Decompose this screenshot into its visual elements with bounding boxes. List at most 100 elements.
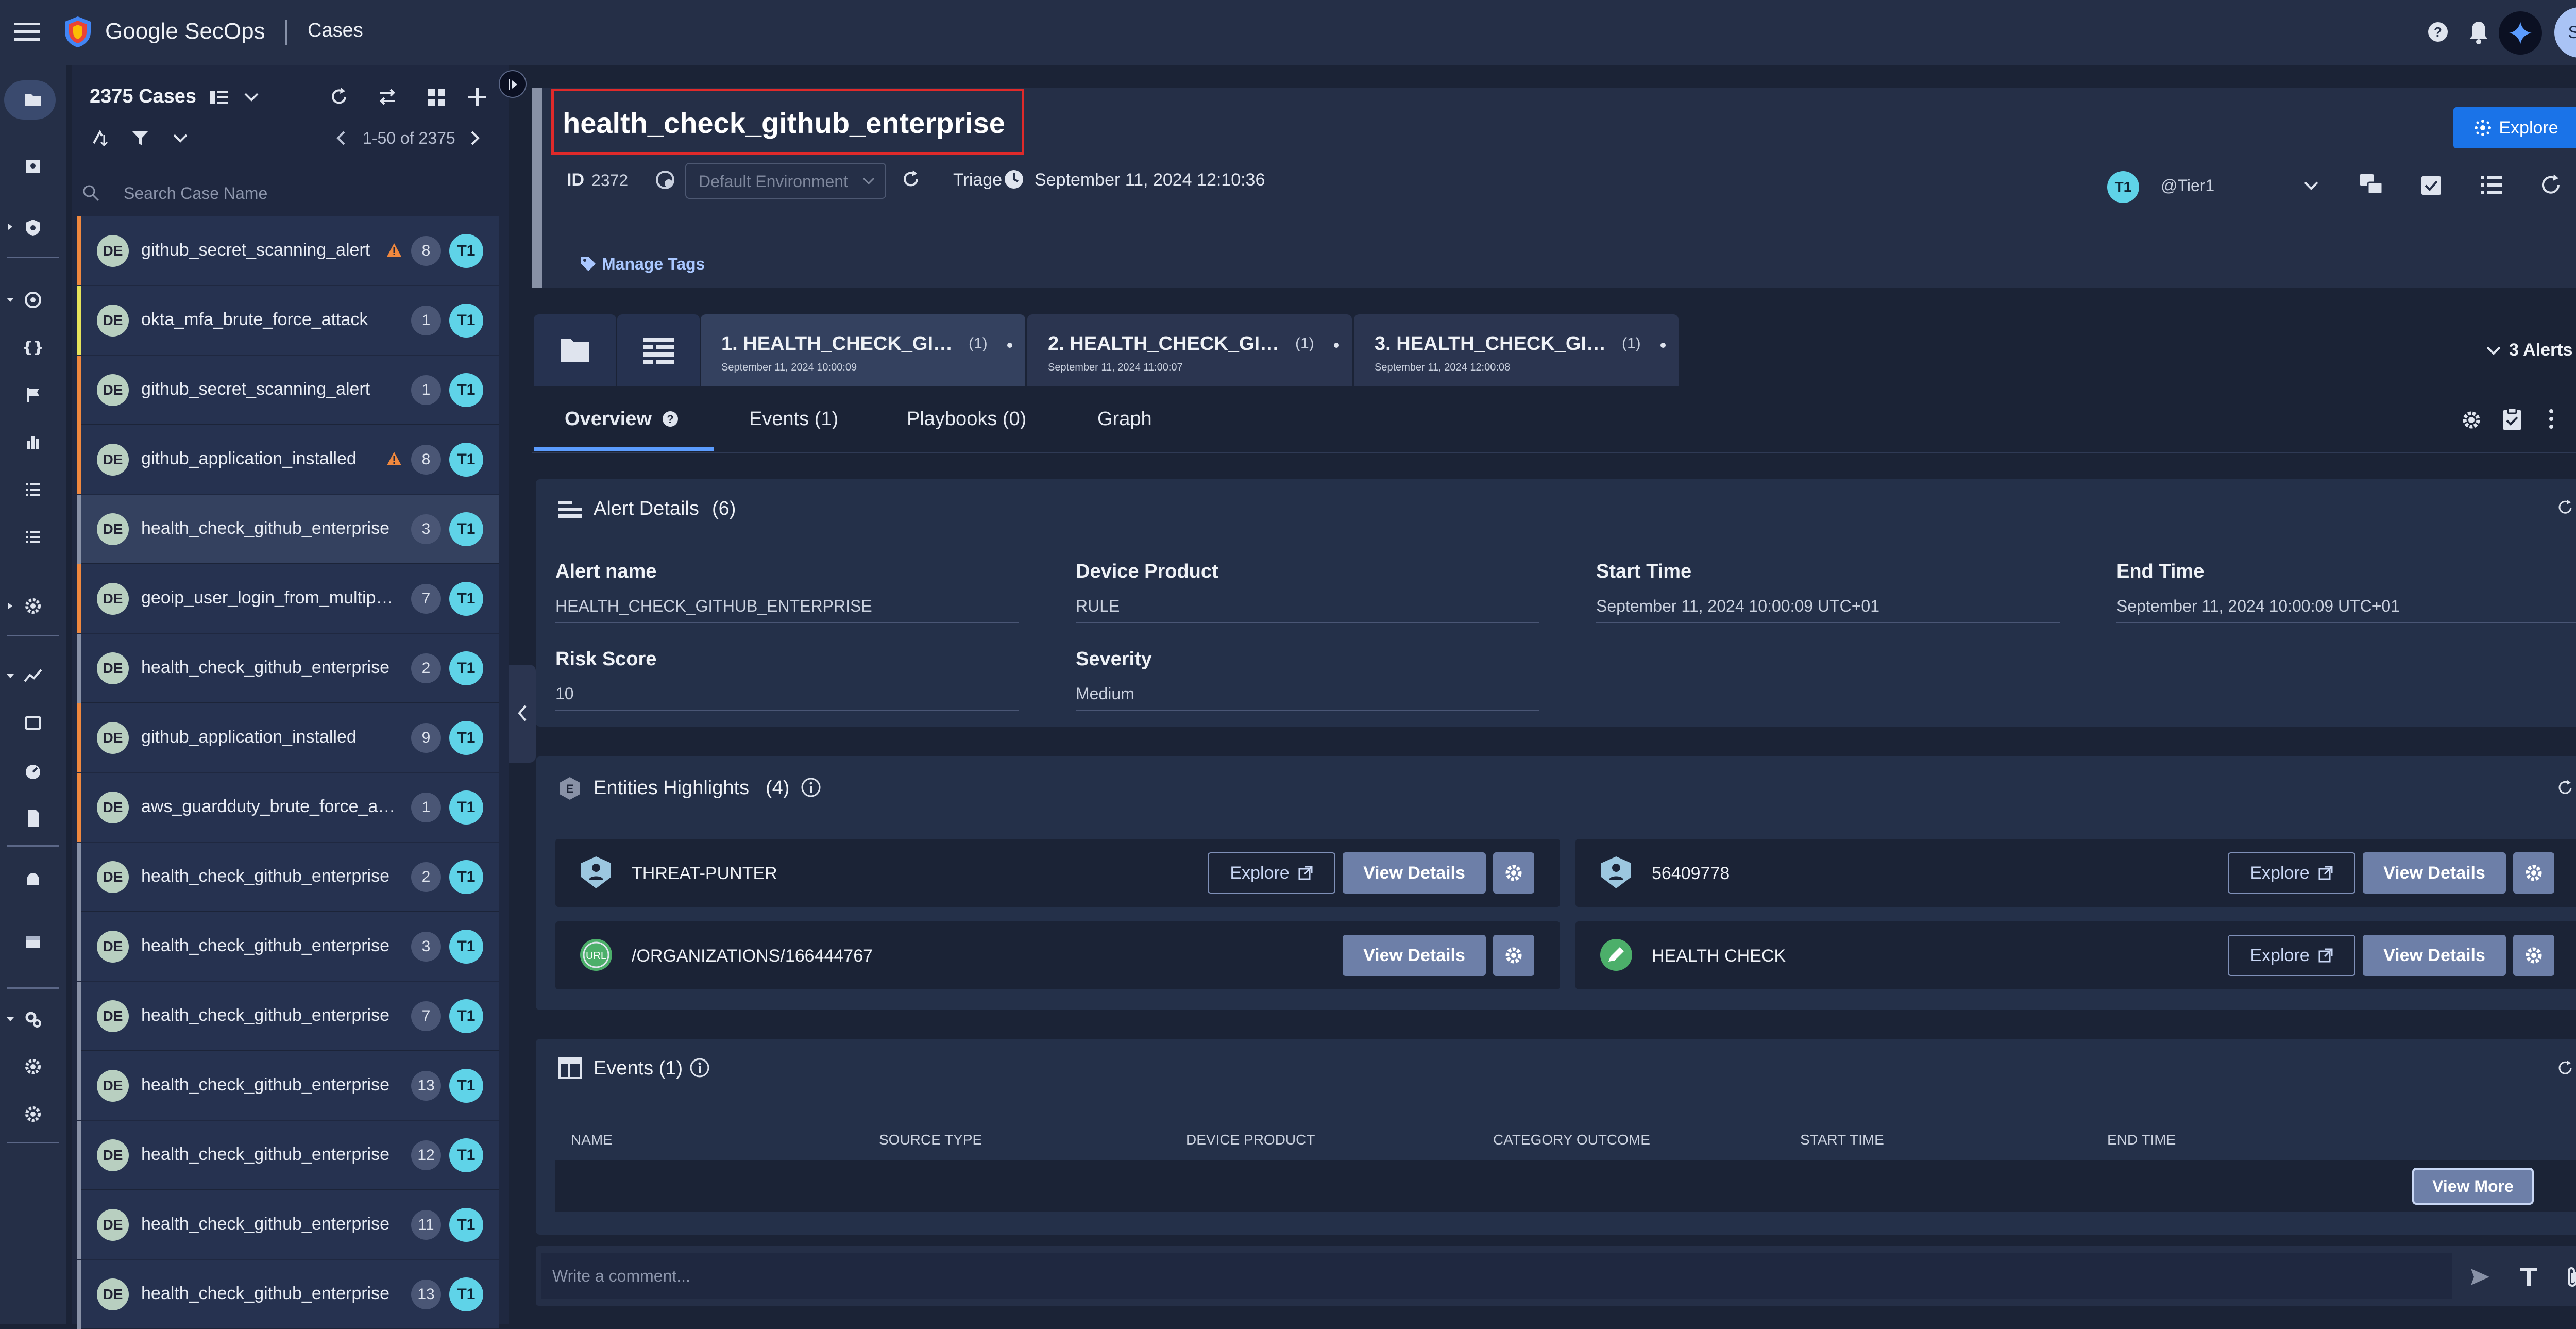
entity-settings-button[interactable] <box>2513 935 2554 976</box>
refresh-icon[interactable] <box>2556 1059 2574 1077</box>
chevron-down-icon[interactable] <box>2304 180 2318 191</box>
code-braces-icon[interactable]: {} <box>23 337 43 358</box>
entity-view-details-button[interactable]: View Details <box>1343 852 1486 894</box>
assignee-label[interactable]: @Tier1 <box>2161 176 2214 195</box>
alert-tab-1[interactable]: 1. HEALTH_CHECK_GITHUB_ENTERPRISE (1) Sept… <box>701 314 1025 386</box>
case-list-item[interactable]: DE github_secret_scanning_alert 8 T1 <box>77 216 499 285</box>
stage-label[interactable]: Triage <box>953 170 1002 190</box>
case-list-item[interactable]: DE health_check_github_enterprise 13 T1 <box>77 1051 499 1120</box>
column-header-category-outcome[interactable]: CATEGORY OUTCOME <box>1493 1132 1650 1148</box>
help-icon[interactable]: ? <box>662 410 679 428</box>
entity-explore-button[interactable]: Explore <box>2228 852 2355 894</box>
column-header-device-product[interactable]: DEVICE PRODUCT <box>1186 1132 1315 1148</box>
settings-gears-icon[interactable] <box>23 1009 43 1030</box>
case-list-item[interactable]: DE geoip_user_login_from_multip… 7 T1 <box>77 564 499 633</box>
text-format-icon[interactable] <box>2519 1267 2538 1287</box>
case-list-item[interactable]: DE health_check_github_enterprise 13 T1 <box>77 1260 499 1329</box>
clipboard-icon[interactable] <box>2502 407 2522 431</box>
column-header-start-time[interactable]: START TIME <box>1800 1132 1884 1148</box>
entity-view-details-button[interactable]: View Details <box>1343 935 1486 976</box>
document-icon[interactable] <box>23 808 43 829</box>
alerts-count[interactable]: 3 Alerts <box>2509 340 2572 360</box>
case-files-tab[interactable] <box>534 314 616 386</box>
entity-explore-button[interactable]: Explore <box>2228 935 2355 976</box>
view-toggle-icon[interactable] <box>209 89 229 106</box>
entity-settings-button[interactable] <box>1493 935 1534 976</box>
collapse-panel-handle[interactable] <box>509 665 536 763</box>
alert-tab-3[interactable]: 3. HEALTH_CHECK_GITHUB_ENTERPRISE (1) Sept… <box>1354 314 1679 386</box>
settings-gear-icon[interactable] <box>23 1056 43 1077</box>
column-header-source-type[interactable]: SOURCE TYPE <box>879 1132 982 1148</box>
refresh-icon[interactable] <box>329 87 349 107</box>
dashboard-icon[interactable] <box>23 713 43 734</box>
case-list-item[interactable]: DE github_application_installed 8 T1 <box>77 425 499 494</box>
chevron-down-icon[interactable] <box>244 92 259 102</box>
info-icon[interactable] <box>801 777 821 798</box>
view-more-button[interactable]: View More <box>2412 1168 2534 1205</box>
tab-playbooks[interactable]: Playbooks (0) <box>907 408 1026 430</box>
entity-settings-button[interactable] <box>1493 852 1534 894</box>
tab-overview[interactable]: Overview <box>565 408 652 430</box>
notification-bell-icon[interactable] <box>2468 20 2489 44</box>
case-list-item[interactable]: DE health_check_github_enterprise 12 T1 <box>77 1121 499 1190</box>
checklist-icon[interactable] <box>23 527 43 547</box>
task-list-icon[interactable] <box>2479 173 2503 197</box>
refresh-icon[interactable] <box>2539 173 2563 197</box>
case-list-item[interactable]: DE github_secret_scanning_alert 1 T1 <box>77 356 499 425</box>
help-icon[interactable]: ? <box>2427 21 2449 43</box>
badge-icon[interactable] <box>23 156 43 176</box>
chevron-left-icon[interactable] <box>336 131 346 145</box>
close-case-icon[interactable] <box>2419 173 2443 197</box>
bar-chart-icon[interactable] <box>23 432 43 452</box>
environment-select[interactable]: Default Environment <box>685 163 886 199</box>
manage-tags-link[interactable]: Manage Tags <box>602 255 705 274</box>
entity-view-details-button[interactable]: View Details <box>2363 852 2506 894</box>
gemini-assistant-button[interactable] <box>2499 11 2542 55</box>
collapse-caret-icon[interactable] <box>5 1014 15 1024</box>
entity-explore-button[interactable]: Explore <box>1208 852 1335 894</box>
case-list-item[interactable]: DE health_check_github_enterprise 2 T1 <box>77 843 499 912</box>
alert-tab-2[interactable]: 2. HEALTH_CHECK_GITHUB_ENTERPRISE (1) Sept… <box>1027 314 1352 386</box>
expand-caret-icon[interactable] <box>5 222 15 232</box>
cases-folder-icon[interactable] <box>23 90 43 110</box>
search-case-input[interactable] <box>124 180 433 206</box>
settings-gear-icon[interactable] <box>23 596 43 616</box>
case-list-item[interactable]: DE health_check_github_enterprise 7 T1 <box>77 982 499 1051</box>
swap-icon[interactable] <box>377 87 398 107</box>
expand-caret-icon[interactable] <box>5 601 15 611</box>
settings-gear-icon[interactable] <box>2461 409 2482 431</box>
menu-icon[interactable] <box>14 22 40 42</box>
chevron-down-icon[interactable] <box>2486 345 2501 356</box>
case-list-item[interactable]: DE health_check_github_enterprise 3 T1 <box>77 495 499 564</box>
attachment-icon[interactable] <box>2566 1266 2576 1288</box>
info-icon[interactable] <box>689 1057 710 1078</box>
send-icon[interactable] <box>2470 1268 2490 1286</box>
comment-input[interactable] <box>541 1253 2452 1299</box>
case-list-item[interactable]: DE okta_mfa_brute_force_attack 1 T1 <box>77 286 499 355</box>
chevron-right-icon[interactable] <box>470 131 480 145</box>
collapse-caret-icon[interactable] <box>5 295 15 305</box>
trend-chart-icon[interactable] <box>23 666 43 686</box>
filter-icon[interactable] <box>131 129 149 147</box>
settings-gear-icon[interactable] <box>23 1104 43 1124</box>
more-vert-icon[interactable] <box>2547 408 2555 430</box>
explore-button[interactable]: Explore <box>2453 107 2576 148</box>
refresh-icon[interactable] <box>2556 779 2574 797</box>
grid-layout-icon[interactable] <box>427 88 446 107</box>
list-icon[interactable] <box>23 479 43 500</box>
tab-graph[interactable]: Graph <box>1097 408 1152 430</box>
shield-check-icon[interactable] <box>23 217 43 238</box>
add-case-icon[interactable] <box>467 87 487 107</box>
gauge-icon[interactable] <box>23 761 43 781</box>
chat-bubbles-icon[interactable] <box>2359 173 2383 197</box>
column-header-name[interactable]: NAME <box>571 1132 613 1148</box>
alarm-icon[interactable] <box>23 869 43 889</box>
case-list-item[interactable]: DE health_check_github_enterprise 11 T1 <box>77 1190 499 1259</box>
column-header-end-time[interactable]: END TIME <box>2107 1132 2176 1148</box>
case-list-item[interactable]: DE health_check_github_enterprise 3 T1 <box>77 912 499 981</box>
case-wall-tab[interactable] <box>617 314 700 386</box>
entity-settings-button[interactable] <box>2513 852 2554 894</box>
collapse-caret-icon[interactable] <box>5 671 15 681</box>
case-list-item[interactable]: DE github_application_installed 9 T1 <box>77 703 499 772</box>
chevron-down-icon[interactable] <box>173 133 188 143</box>
